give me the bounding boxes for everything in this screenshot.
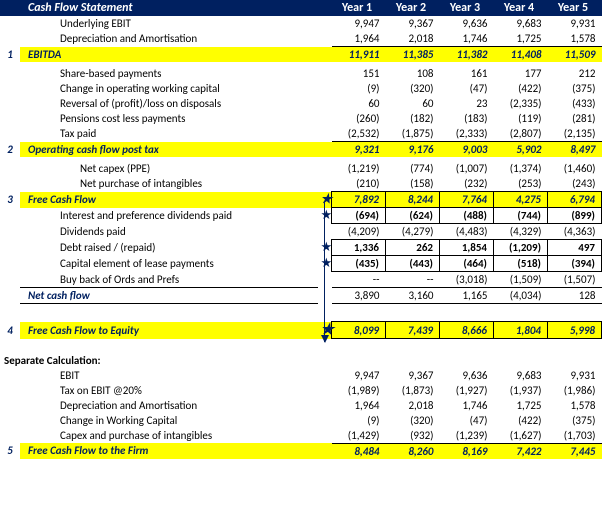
star-icon: ★ (321, 321, 334, 339)
col-year-1: Year 1 (332, 0, 386, 16)
row-ncf: Net cash flow 3,890 3,160 1,165 (4,034) … (0, 288, 602, 304)
row-fcff: 5 Free Cash Flow to the Firm 8,4848,2608… (0, 443, 602, 459)
cash-flow-table: Cash Flow Statement Year 1 Year 2 Year 3… (0, 0, 602, 459)
star-icon: ★ (321, 256, 333, 271)
row-buyback: Buy back of Ords and Prefs ----(3,018)(1… (0, 272, 602, 288)
row-reversal: Reversal of (profit)/loss on disposals 6… (0, 96, 602, 111)
col-year-3: Year 3 (440, 0, 494, 16)
row-underlying-ebit: Underlying EBIT 9,947 9,367 9,636 9,683 … (0, 16, 602, 31)
row-ebitda: 1 EBITDA 11,911 11,385 11,382 11,408 11,… (0, 47, 602, 63)
header-row: Cash Flow Statement Year 1 Year 2 Year 3… (0, 0, 602, 16)
row-sep-tax20: Tax on EBIT @20% (1,989)(1,873)(1,927)(1… (0, 383, 602, 398)
header-title: Cash Flow Statement (20, 0, 318, 16)
row-fcf: 3 Free Cash Flow ★ 7,8928,2447,7644,2756… (0, 192, 602, 208)
row-int-div: Interest and preference dividends paid ★… (0, 208, 602, 224)
row-sep-cwc: Change in Working Capital (9)(320)(47)(4… (0, 413, 602, 428)
star-icon: ★ (321, 208, 333, 223)
row-sep-dna: Depreciation and Amortisation 1,9642,018… (0, 398, 602, 413)
col-year-4: Year 4 (494, 0, 548, 16)
row-tax-paid: Tax paid (2,532)(1,875)(2,333)(2,807)(2,… (0, 126, 602, 142)
row-dep-amort: Depreciation and Amortisation 1,964 2,01… (0, 31, 602, 47)
row-owc: Change in operating working capital (9)(… (0, 81, 602, 96)
row-sep-ebit: EBIT 9,9479,3679,6369,6839,931 (0, 368, 602, 383)
row-sep-capex: Capex and purchase of intangibles (1,429… (0, 428, 602, 444)
row-ppe: Net capex (PPE) (1,219)(774)(1,007)(1,37… (0, 161, 602, 176)
row-pensions: Pensions cost less payments (260)(182)(1… (0, 111, 602, 126)
row-ocf: 2 Operating cash flow post tax 9,3219,17… (0, 142, 602, 158)
col-year-5: Year 5 (548, 0, 602, 16)
row-debt: Debt raised / (repaid) ★ 1,3362621,854(1… (0, 240, 602, 256)
row-lease: Capital element of lease payments ★ (435… (0, 256, 602, 272)
star-icon: ★ (321, 240, 333, 255)
row-div-paid: Dividends paid (4,209)(4,279)(4,483)(4,3… (0, 224, 602, 240)
row-intangibles: Net purchase of intangibles (210)(158)(2… (0, 176, 602, 192)
col-year-2: Year 2 (386, 0, 440, 16)
row-share-based: Share-based payments 151108161177212 (0, 66, 602, 81)
row-fcfe: 4 Free Cash Flow to Equity ★ 8,0997,4398… (0, 322, 602, 339)
star-icon: ★ (321, 192, 333, 207)
separate-calc-title: Separate Calculation: (0, 353, 602, 368)
